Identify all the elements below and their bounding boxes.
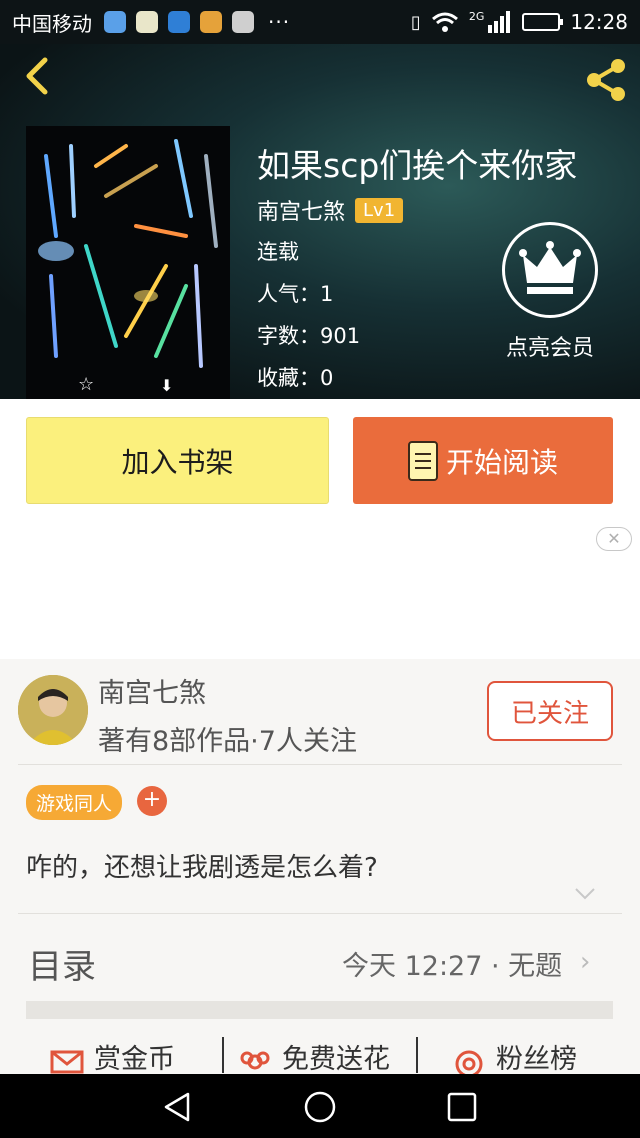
font-app-icon <box>232 11 254 33</box>
back-arrow-icon <box>26 57 48 95</box>
flower-icon <box>240 1051 270 1069</box>
favorites-row: 收藏：0 <box>257 362 333 392</box>
vibrate-icon: ▯ <box>410 11 421 33</box>
ad-area: ✕ <box>0 521 640 659</box>
wifi-icon <box>431 12 458 32</box>
add-tag-button[interactable]: + <box>137 786 167 816</box>
video-app-icon <box>168 11 190 33</box>
back-button[interactable] <box>14 56 58 100</box>
share-icon <box>587 59 625 101</box>
author-card-name[interactable]: 南宫七煞 <box>98 671 206 710</box>
location-app-icon <box>104 11 126 33</box>
favorites-label: 收藏： <box>257 366 320 390</box>
popularity-value: 1 <box>320 282 334 306</box>
fans-ranking-tab[interactable]: 粉丝榜 <box>452 1037 577 1076</box>
download-icon[interactable]: ⬇ <box>160 376 173 395</box>
book-header: ☆ ⬇ 如果scp们挨个来你家 南宫七煞 Lv1 连载 人气：1 字数：901 … <box>0 44 640 399</box>
book-cover[interactable]: ☆ ⬇ <box>26 126 230 399</box>
more-notifications-icon: ··· <box>268 10 291 34</box>
author-row[interactable]: 南宫七煞 Lv1 <box>257 194 404 226</box>
store-app-icon <box>200 11 222 33</box>
battery-icon <box>522 13 564 31</box>
action-bar: 加入书架 开始阅读 <box>0 399 640 521</box>
avatar[interactable] <box>18 675 88 745</box>
tab-separator <box>416 1037 418 1073</box>
popularity-row: 人气：1 <box>257 278 333 308</box>
latest-chapter[interactable]: 今天 12:27 · 无题 <box>342 944 562 983</box>
follow-button[interactable]: 已关注 <box>487 681 613 741</box>
vip-button[interactable] <box>502 222 598 318</box>
serial-status: 连载 <box>257 240 299 264</box>
share-button[interactable] <box>580 54 632 106</box>
start-reading-button[interactable]: 开始阅读 <box>353 417 613 504</box>
crown-icon <box>519 241 581 294</box>
popularity-label: 人气： <box>257 282 320 306</box>
book-description: 咋的，还想让我剧透是怎么着? <box>26 853 378 883</box>
close-icon[interactable]: ✕ <box>596 527 632 551</box>
level-badge: Lv1 <box>355 197 404 223</box>
clock: 12:28 <box>570 10 628 34</box>
network-type: 2G <box>468 10 485 23</box>
book-icon <box>407 440 438 481</box>
section-band <box>26 1001 613 1019</box>
tab-separator <box>222 1037 224 1073</box>
envelope-icon <box>50 1050 84 1073</box>
signal-icon <box>488 11 511 33</box>
nav-home-icon[interactable] <box>303 1090 337 1124</box>
cover-artwork <box>26 126 230 399</box>
carrier-label: 中国移动 <box>12 11 92 36</box>
word-count-value: 901 <box>320 324 361 348</box>
target-icon <box>455 1050 483 1074</box>
author-name[interactable]: 南宫七煞 <box>257 194 345 226</box>
avatar-image <box>18 675 88 745</box>
send-flowers-tab[interactable]: 免费送花 <box>238 1037 390 1076</box>
system-nav-bar <box>0 1074 640 1138</box>
reward-coins-label: 赏金币 <box>94 1044 175 1075</box>
favorites-value: 0 <box>320 366 334 390</box>
star-icon[interactable]: ☆ <box>78 374 94 395</box>
genre-tag[interactable]: 游戏同人 <box>26 785 123 820</box>
nav-back-icon[interactable] <box>160 1090 194 1124</box>
send-flowers-label: 免费送花 <box>282 1044 390 1075</box>
reward-coins-tab[interactable]: 赏金币 <box>50 1037 175 1076</box>
book-title: 如果scp们挨个来你家 <box>257 146 578 185</box>
chevron-down-icon[interactable] <box>574 887 596 901</box>
divider <box>18 764 622 765</box>
divider <box>18 913 622 914</box>
word-count-row: 字数：901 <box>257 320 360 350</box>
author-stats: 著有8部作品·7人关注 <box>98 726 357 757</box>
start-reading-label: 开始阅读 <box>445 445 558 479</box>
word-count-label: 字数： <box>257 324 320 348</box>
status-bar: 中国移动 ··· ▯ 2G 12:28 <box>0 0 640 44</box>
toc-label[interactable]: 目录 <box>28 939 96 988</box>
chevron-right-icon[interactable]: › <box>580 947 590 977</box>
wechat-app-icon <box>136 11 158 33</box>
author-card: 南宫七煞 著有8部作品·7人关注 已关注 游戏同人 + 咋的，还想让我剧透是怎么… <box>0 659 640 1076</box>
vip-label[interactable]: 点亮会员 <box>494 330 606 362</box>
fans-ranking-label: 粉丝榜 <box>496 1044 577 1075</box>
nav-recents-icon[interactable] <box>445 1090 479 1124</box>
add-to-shelf-button[interactable]: 加入书架 <box>26 417 329 504</box>
